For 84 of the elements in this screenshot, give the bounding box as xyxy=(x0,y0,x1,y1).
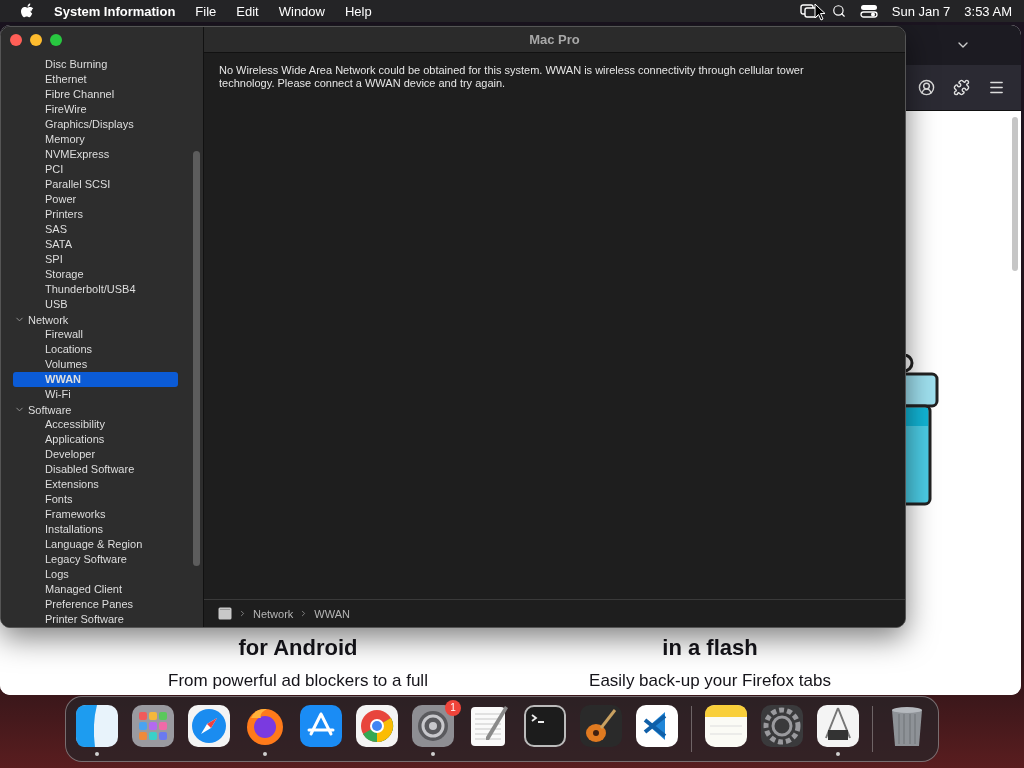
menu-item[interactable]: Help xyxy=(344,3,372,19)
sidebar-item[interactable]: SATA xyxy=(13,237,178,252)
sidebar-item[interactable]: USB xyxy=(13,297,178,312)
computer-icon xyxy=(218,607,232,620)
sidebar-item[interactable]: SPI xyxy=(13,252,178,267)
puzzle-icon[interactable] xyxy=(953,79,970,96)
app-store-icon[interactable] xyxy=(299,704,343,748)
chrome-icon[interactable] xyxy=(355,704,399,748)
sidebar-item[interactable]: Disabled Software xyxy=(13,462,178,477)
sidebar-item[interactable]: WWAN xyxy=(13,372,178,387)
account-icon[interactable] xyxy=(918,79,935,96)
notes-icon[interactable] xyxy=(704,704,748,748)
sidebar-item[interactable]: Printer Software xyxy=(13,612,178,627)
sidebar-item[interactable]: Accessibility xyxy=(13,417,178,432)
minimize-button[interactable] xyxy=(30,34,42,46)
menu-bar-date[interactable]: Sun Jan 7 xyxy=(891,3,951,19)
caliper-chip-icon[interactable] xyxy=(816,704,860,748)
compass-icon[interactable] xyxy=(187,704,231,748)
running-indicator xyxy=(263,752,267,756)
sidebar-item[interactable]: Fibre Channel xyxy=(13,87,178,102)
launchpad-icon[interactable] xyxy=(131,704,175,748)
sidebar-item[interactable]: Wi-Fi xyxy=(13,387,178,402)
sidebar-group[interactable]: Software xyxy=(28,403,72,416)
finder-icon[interactable] xyxy=(75,704,119,748)
running-indicator xyxy=(431,752,435,756)
gear-icon[interactable] xyxy=(760,704,804,748)
sidebar-item[interactable]: Language & Region xyxy=(13,537,178,552)
running-indicator xyxy=(95,752,99,756)
sidebar-item[interactable]: Preference Panes xyxy=(13,597,178,612)
zoom-button[interactable] xyxy=(50,34,62,46)
sidebar-item[interactable]: FireWire xyxy=(13,102,178,117)
scrollbar[interactable] xyxy=(1012,117,1018,271)
app-menu[interactable]: System Information xyxy=(54,3,176,19)
sidebar-item[interactable]: Firewall xyxy=(13,327,178,342)
sidebar-item[interactable]: Graphics/Displays xyxy=(13,117,178,132)
sidebar-item[interactable]: Applications xyxy=(13,432,178,447)
menu-item[interactable]: Edit xyxy=(236,3,259,19)
feature-text: Easily back-up your Firefox tabs xyxy=(589,671,831,691)
sidebar-group[interactable]: Network xyxy=(28,313,69,326)
running-indicator xyxy=(836,752,840,756)
notification-badge: 1 xyxy=(445,700,461,716)
feature-heading: for Android xyxy=(238,635,358,661)
cursor-icon xyxy=(813,2,826,21)
sidebar-item[interactable]: Logs xyxy=(13,567,178,582)
feature-text: From powerful ad blockers to a full xyxy=(168,671,428,691)
menu-icon[interactable] xyxy=(988,79,1005,96)
path-item[interactable]: WWAN xyxy=(314,607,350,620)
sidebar-item[interactable]: Printers xyxy=(13,207,178,222)
sidebar-item[interactable]: Disc Burning xyxy=(13,57,178,72)
code-editor-icon[interactable] xyxy=(635,704,679,748)
message-text: No Wireless Wide Area Network could be obtained for this system. WWAN is wireless connectivity through cellular tower technology. Please connect a WWAN device and try again. xyxy=(218,63,805,91)
sidebar-item[interactable]: Installations xyxy=(13,522,178,537)
sidebar-item[interactable]: Locations xyxy=(13,342,178,357)
control-center-icon[interactable] xyxy=(859,4,878,18)
sidebar-item[interactable]: Developer xyxy=(13,447,178,462)
scrollbar[interactable] xyxy=(193,151,200,566)
sidebar-item[interactable]: NVMExpress xyxy=(13,147,178,162)
sidebar-item[interactable]: Frameworks xyxy=(13,507,178,522)
sidebar-item[interactable]: Volumes xyxy=(13,357,178,372)
sidebar-item[interactable]: Thunderbolt/USB4 xyxy=(13,282,178,297)
sidebar-item[interactable]: Fonts xyxy=(13,492,178,507)
close-button[interactable] xyxy=(10,34,22,46)
separator-icon xyxy=(238,609,247,618)
path-item[interactable]: Network xyxy=(253,607,294,620)
sidebar-item[interactable]: Memory xyxy=(13,132,178,147)
menu-item[interactable]: Window xyxy=(278,3,325,19)
menu-bar-time[interactable]: 3:53 AM xyxy=(964,3,1012,19)
sidebar-item[interactable]: Extensions xyxy=(13,477,178,492)
feature-heading: in a flash xyxy=(662,635,758,661)
guitar-icon[interactable] xyxy=(579,704,623,748)
window-title: Mac Pro xyxy=(529,32,580,47)
sidebar-item[interactable]: Storage xyxy=(13,267,178,282)
search-icon[interactable] xyxy=(831,4,846,18)
sidebar-item[interactable]: Ethernet xyxy=(13,72,178,87)
gear-icon[interactable] xyxy=(411,704,455,748)
sidebar-item[interactable]: PCI xyxy=(13,162,178,177)
apple-icon[interactable] xyxy=(20,3,34,19)
sidebar-item[interactable]: Parallel SCSI xyxy=(13,177,178,192)
sidebar-item[interactable]: Legacy Software xyxy=(13,552,178,567)
sidebar-item[interactable]: SAS xyxy=(13,222,178,237)
sidebar-item[interactable]: Managed Client xyxy=(13,582,178,597)
terminal-icon[interactable] xyxy=(523,704,567,748)
sidebar-item[interactable]: Power xyxy=(13,192,178,207)
menu-item[interactable]: File xyxy=(195,3,217,19)
